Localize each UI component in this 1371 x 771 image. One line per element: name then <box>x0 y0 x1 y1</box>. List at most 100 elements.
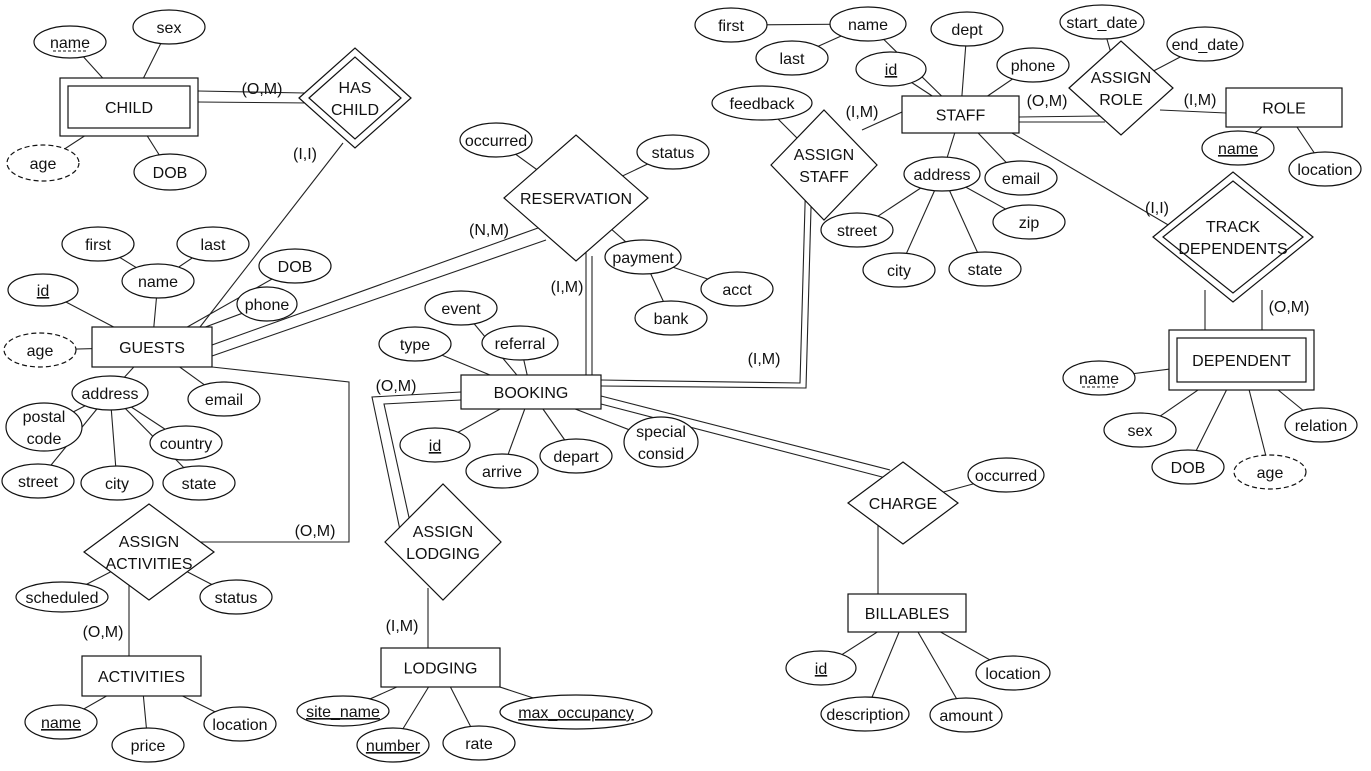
attribute-g_age[interactable]: age <box>3 332 77 368</box>
attribute-bi_location[interactable]: location <box>975 655 1051 691</box>
attribute-a_price[interactable]: price <box>111 727 185 763</box>
attribute-label: relation <box>1295 418 1347 435</box>
cardinality-label: (O,M) <box>1269 299 1310 316</box>
attribute-b_special[interactable]: special consid <box>623 416 699 468</box>
attribute-s_city[interactable]: city <box>862 252 936 288</box>
attribute-s_name[interactable]: name <box>829 6 907 42</box>
attribute-g_last[interactable]: last <box>176 226 250 262</box>
attribute-ar_end[interactable]: end_date <box>1166 26 1244 62</box>
attribute-s_state[interactable]: state <box>948 251 1022 287</box>
attribute-bi_desc[interactable]: description <box>820 696 910 732</box>
attribute-g_city[interactable]: city <box>80 465 154 501</box>
entity-dependent[interactable]: DEPENDENT <box>1168 329 1315 391</box>
attribute-s_zip[interactable]: zip <box>992 204 1066 240</box>
attribute-g_address[interactable]: address <box>71 375 149 411</box>
attribute-label: name <box>1218 141 1258 158</box>
relationship-assign_activities[interactable]: ASSIGN ACTIVITIES <box>82 503 216 601</box>
attribute-ar_start[interactable]: start_date <box>1059 4 1145 40</box>
attribute-r_acct[interactable]: acct <box>700 271 774 307</box>
attribute-r_status[interactable]: status <box>636 134 710 170</box>
entity-booking[interactable]: BOOKING <box>460 374 602 410</box>
attribute-label: last <box>201 237 226 254</box>
attribute-aa_scheduled[interactable]: scheduled <box>15 581 109 613</box>
attribute-r_payment[interactable]: payment <box>604 239 682 275</box>
attribute-b_referral[interactable]: referral <box>481 325 559 361</box>
attribute-s_email[interactable]: email <box>984 160 1058 196</box>
attribute-a_name[interactable]: name <box>24 704 98 740</box>
relationship-track_dependents[interactable]: TRACK DEPENDENTS <box>1152 171 1314 303</box>
attribute-s_address[interactable]: address <box>903 156 981 192</box>
attribute-g_id[interactable]: id <box>7 273 79 307</box>
attribute-label: scheduled <box>26 590 99 607</box>
entity-billables[interactable]: BILLABLES <box>847 593 967 633</box>
entity-lodging[interactable]: LODGING <box>380 647 501 688</box>
entity-child[interactable]: CHILD <box>59 77 199 137</box>
attribute-r_occurred[interactable]: occurred <box>459 122 533 158</box>
cardinality-label: (O,M) <box>295 523 336 540</box>
relationship-assign_lodging[interactable]: ASSIGN LODGING <box>384 483 502 601</box>
attribute-b_depart[interactable]: depart <box>539 438 613 474</box>
attribute-d_name[interactable]: name <box>1062 360 1136 396</box>
attribute-g_postal[interactable]: postal code <box>5 402 83 452</box>
attribute-d_dob[interactable]: DOB <box>1151 449 1225 485</box>
attribute-g_email[interactable]: email <box>187 381 261 417</box>
attribute-d_age[interactable]: age <box>1233 454 1307 490</box>
attribute-label: arrive <box>482 464 522 481</box>
entity-staff[interactable]: STAFF <box>901 95 1020 134</box>
attribute-s_id[interactable]: id <box>855 51 927 87</box>
er-diagram: CHILD GUESTS BOOKING STAFF ROLE DEPENDENT ACTI… <box>1 4 1362 763</box>
attribute-label: sex <box>157 20 182 37</box>
attribute-s_street[interactable]: street <box>820 212 894 248</box>
attribute-label: consid <box>638 446 684 463</box>
attribute-bi_amount[interactable]: amount <box>929 697 1003 733</box>
attribute-a_location[interactable]: location <box>203 706 277 742</box>
attribute-g_first[interactable]: first <box>61 226 135 262</box>
relationship-label: DEPENDENTS <box>1178 241 1287 258</box>
attribute-l_number[interactable]: number <box>356 727 430 763</box>
entity-activities[interactable]: ACTIVITIES <box>81 655 202 697</box>
attribute-l_site[interactable]: site_name <box>296 695 390 727</box>
attribute-s_dept[interactable]: dept <box>930 11 1004 47</box>
attribute-b_type[interactable]: type <box>378 326 452 362</box>
attribute-g_street[interactable]: street <box>1 463 75 499</box>
attribute-ro_location[interactable]: location <box>1288 151 1362 187</box>
attribute-c_occurred[interactable]: occurred <box>967 457 1045 493</box>
relationship-line-child-has_child <box>197 101 311 104</box>
relationship-charge[interactable]: CHARGE <box>846 461 960 545</box>
attribute-g_phone[interactable]: phone <box>236 286 298 322</box>
entity-guests[interactable]: GUESTS <box>91 326 213 368</box>
entity-role[interactable]: ROLE <box>1225 87 1343 128</box>
attribute-b_arrive[interactable]: arrive <box>465 453 539 489</box>
attribute-g_country[interactable]: country <box>149 425 223 461</box>
relationship-has_child[interactable]: HAS CHILD <box>298 47 412 149</box>
attribute-ro_name[interactable]: name <box>1201 130 1275 166</box>
relationship-label: RESERVATION <box>520 191 632 208</box>
attribute-child_sex[interactable]: sex <box>132 9 206 45</box>
attribute-aa_status[interactable]: status <box>199 579 273 615</box>
attribute-s_phone[interactable]: phone <box>996 47 1070 83</box>
relationship-label: HAS <box>339 80 372 97</box>
attribute-child_name[interactable]: name <box>33 25 107 59</box>
attribute-child_age[interactable]: age <box>6 144 80 182</box>
relationship-assign_staff[interactable]: ASSIGN STAFF <box>770 109 878 221</box>
relationship-label: ROLE <box>1099 92 1143 109</box>
attribute-g_state[interactable]: state <box>162 465 236 501</box>
attribute-label: address <box>914 167 971 184</box>
relationship-label: CHARGE <box>869 496 937 513</box>
attribute-d_sex[interactable]: sex <box>1103 412 1177 448</box>
attribute-s_last[interactable]: last <box>755 40 829 76</box>
attribute-g_dob[interactable]: DOB <box>258 248 332 284</box>
attribute-r_bank[interactable]: bank <box>634 300 708 336</box>
attribute-child_dob[interactable]: DOB <box>133 153 207 191</box>
attribute-l_max[interactable]: max_occupancy <box>499 694 653 730</box>
attribute-l_rate[interactable]: rate <box>442 725 516 761</box>
attribute-s_first[interactable]: first <box>694 7 768 43</box>
attribute-d_relation[interactable]: relation <box>1284 407 1358 443</box>
attribute-bi_id[interactable]: id <box>785 650 857 686</box>
attribute-b_id[interactable]: id <box>399 427 471 463</box>
relationship-assign_role[interactable]: ASSIGN ROLE <box>1068 40 1174 136</box>
relationship-label: CHILD <box>331 102 379 119</box>
attribute-g_name[interactable]: name <box>121 263 195 299</box>
attribute-s_feedback[interactable]: feedback <box>711 85 813 121</box>
attribute-b_event[interactable]: event <box>424 290 498 326</box>
